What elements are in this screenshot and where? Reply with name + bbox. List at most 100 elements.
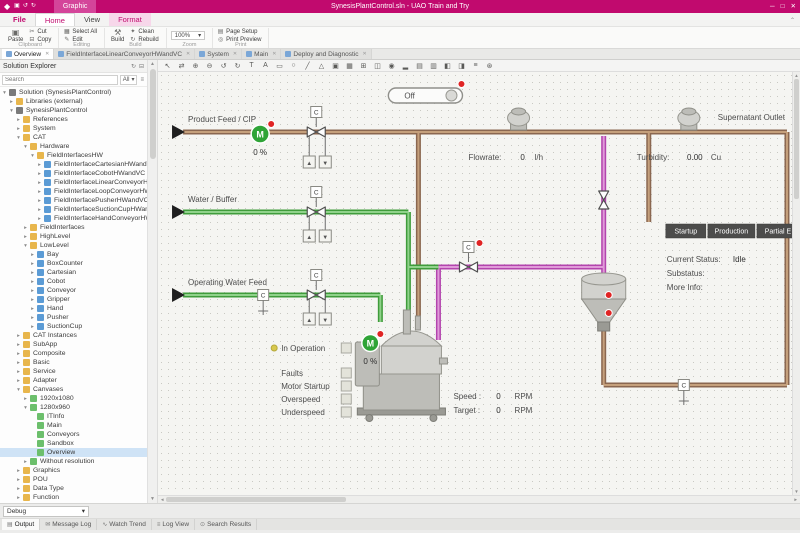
button-widget-icon[interactable]: ◫ (371, 61, 384, 71)
rectangle-icon[interactable]: ▭ (273, 61, 286, 71)
separator-machine[interactable]: M 0 % (354, 309, 448, 422)
ungroup-icon[interactable]: ▥ (427, 61, 440, 71)
ellipse-icon[interactable]: ○ (287, 61, 300, 71)
sort-icon[interactable]: ≡ (139, 77, 145, 83)
select-icon[interactable]: ↖ (161, 61, 174, 71)
tree-item-conveyors[interactable]: Conveyors (0, 430, 147, 439)
scroll-right-icon[interactable]: ► (794, 497, 798, 502)
turbidity-sensor[interactable] (677, 107, 701, 131)
tree-item-pou[interactable]: ▸ POU (0, 475, 147, 484)
bottom-tab-output[interactable]: ▤ Output (2, 519, 41, 530)
bottom-tab-message-log[interactable]: ✉ Message Log (40, 519, 98, 530)
tree-item-synesisplantcontrol[interactable]: ▾ SynesisPlantControl (0, 106, 147, 115)
toggle-closed-icon[interactable]: ▸ (22, 459, 29, 465)
tree-item-without-resolution[interactable]: ▸ Without resolution (0, 457, 147, 466)
tree-item-1280x960[interactable]: ▾ 1280x960 (0, 403, 147, 412)
undo-icon[interactable]: ↺ (217, 61, 230, 71)
toggle-closed-icon[interactable]: ▸ (36, 180, 43, 186)
close-button[interactable]: ✕ (791, 0, 796, 13)
scroll-up-icon[interactable]: ▲ (150, 61, 155, 67)
close-tab-icon[interactable]: ✕ (362, 51, 366, 57)
explorer-filter-dropdown[interactable]: All ▾ (119, 74, 138, 85)
toggle-closed-icon[interactable]: ▸ (29, 306, 36, 312)
toggle-closed-icon[interactable]: ▸ (15, 468, 22, 474)
close-tab-icon[interactable]: ✕ (272, 51, 276, 57)
toggle-closed-icon[interactable]: ▸ (29, 252, 36, 258)
page-setup-button[interactable]: ▤ Page Setup (217, 29, 261, 36)
refresh-icon[interactable]: ↻ (131, 63, 136, 70)
toggle-closed-icon[interactable]: ▸ (36, 189, 43, 195)
toggle-closed-icon[interactable]: ▸ (22, 225, 29, 231)
chart-icon[interactable]: ▂ (399, 61, 412, 71)
ribbon-tab-home[interactable]: Home (34, 13, 75, 26)
tree-item-overview[interactable]: Overview (0, 448, 147, 457)
toggle-open-icon[interactable]: ▾ (22, 243, 29, 249)
toggle-closed-icon[interactable]: ▸ (15, 126, 22, 132)
toggle-closed-icon[interactable]: ▸ (36, 216, 43, 222)
collapse-ribbon-icon[interactable]: ⌃ (790, 18, 795, 24)
scroll-down-icon[interactable]: ▼ (150, 496, 155, 502)
canvas-vertical-scrollbar[interactable]: ▲ ▼ (792, 72, 800, 495)
group-icon[interactable]: ▤ (413, 61, 426, 71)
product-valve[interactable]: C ▲ ▼ (302, 106, 332, 169)
maximize-button[interactable]: □ (781, 0, 785, 13)
toggle-closed-icon[interactable]: ▸ (8, 99, 15, 105)
tree-item-adapter[interactable]: ▸ Adapter (0, 376, 147, 385)
toggle-closed-icon[interactable]: ▸ (36, 171, 43, 177)
document-tab-system[interactable]: System ✕ (195, 49, 243, 59)
tree-item-service[interactable]: ▸ Service (0, 367, 147, 376)
toggle-closed-icon[interactable]: ▸ (36, 207, 43, 213)
toggle-closed-icon[interactable]: ▸ (15, 486, 22, 492)
toggle-closed-icon[interactable]: ▸ (36, 198, 43, 204)
tree-item-sandbox[interactable]: Sandbox (0, 439, 147, 448)
toggle-closed-icon[interactable]: ▸ (15, 495, 22, 501)
toggle-open-icon[interactable]: ▾ (22, 144, 29, 150)
tree-item-1920x1080[interactable]: ▸ 1920x1080 (0, 394, 147, 403)
tree-item-cartesian[interactable]: ▸ Cartesian (0, 268, 147, 277)
align-icon[interactable]: ≡ (469, 61, 482, 71)
cut-button[interactable]: ✂ Cut (28, 29, 51, 36)
feed-pump-motor[interactable]: M 0 % (250, 120, 276, 157)
tree-item-composite[interactable]: ▸ Composite (0, 349, 147, 358)
redo-icon[interactable]: ↻ (31, 0, 36, 13)
close-tab-icon[interactable]: ✕ (186, 51, 190, 57)
tree-item-fieldinterfaceloopconveyorhwandvc[interactable]: ▸ FieldInterfaceLoopConveyorHWandVC (0, 187, 147, 196)
toggle-closed-icon[interactable]: ▸ (15, 360, 22, 366)
tree-item-cat[interactable]: ▾ CAT (0, 133, 147, 142)
toggle-open-icon[interactable]: ▾ (15, 387, 22, 393)
tree-item-cat-instances[interactable]: ▸ CAT Instances (0, 331, 147, 340)
scroll-up-icon[interactable]: ▲ (794, 73, 798, 78)
toggle-closed-icon[interactable]: ▸ (29, 315, 36, 321)
open-arrow-icon[interactable]: ▲ (306, 235, 312, 241)
tree-item-pusher[interactable]: ▸ Pusher (0, 313, 147, 322)
toggle-closed-icon[interactable]: ▸ (22, 396, 29, 402)
toggle-open-icon[interactable]: ▾ (1, 90, 8, 96)
tree-item-canvases[interactable]: ▾ Canvases (0, 385, 147, 394)
toggle-closed-icon[interactable]: ▸ (29, 324, 36, 330)
tree-item-fieldinterfacelinearconveyorhwandvc[interactable]: ▸ FieldInterfaceLinearConveyorHWandVC (0, 178, 147, 187)
tree-item-fieldinterfacecartesianhwandvc[interactable]: ▸ FieldInterfaceCartesianHWandVC (0, 160, 147, 169)
toggle-closed-icon[interactable]: ▸ (15, 477, 22, 483)
operating-water-instrument[interactable]: C (257, 289, 270, 316)
tree-item-data-type[interactable]: ▸ Data Type (0, 484, 147, 493)
canvas-horizontal-scrollbar[interactable]: ◄ ► (158, 495, 800, 503)
settings-icon[interactable]: ⊛ (483, 61, 496, 71)
tree-item-system[interactable]: ▸ System (0, 124, 147, 133)
toggle-closed-icon[interactable]: ▸ (29, 279, 36, 285)
hopper-inlet-valve[interactable] (598, 190, 610, 210)
close-arrow-icon[interactable]: ▼ (322, 235, 328, 241)
toggle-closed-icon[interactable]: ▸ (15, 117, 22, 123)
zoom-in-icon[interactable]: ⊕ (189, 61, 202, 71)
mode-button-startup[interactable]: Startup (665, 223, 707, 239)
toggle-knob[interactable] (445, 89, 458, 102)
graphic-canvas[interactable]: Off M 0 % C ▲ ▼ C ▲ ▼ C C ▲ ▼ C C M 0 % … (158, 72, 800, 495)
bottom-tab-log-view[interactable]: ≡ Log View (152, 519, 196, 530)
tree-item-fieldinterfaces[interactable]: ▸ FieldInterfaces (0, 223, 147, 232)
explorer-search-input[interactable] (2, 74, 118, 85)
zoom-out-icon[interactable]: ⊖ (203, 61, 216, 71)
tree-item-suctioncup[interactable]: ▸ SuctionCup (0, 322, 147, 331)
toggle-closed-icon[interactable]: ▸ (29, 261, 36, 267)
bottom-tab-watch-trend[interactable]: ∿ Watch Trend (97, 519, 152, 530)
toggle-closed-icon[interactable]: ▸ (29, 288, 36, 294)
zoom-combobox[interactable]: 100% ▾ (170, 31, 206, 40)
